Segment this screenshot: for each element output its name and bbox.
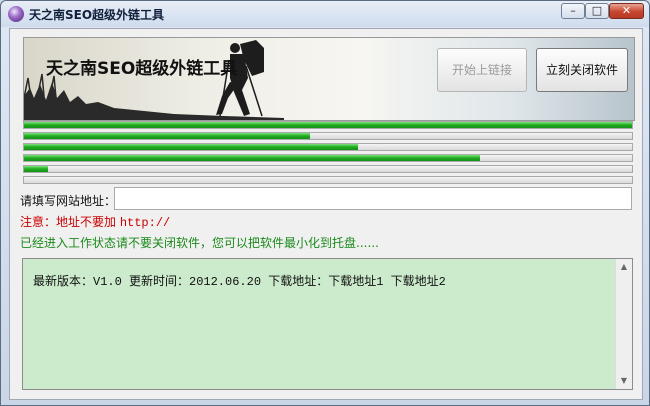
title-bar[interactable]: 天之南SEO超级外链工具 – □ ✕ bbox=[1, 1, 649, 27]
window-title: 天之南SEO超级外链工具 bbox=[29, 8, 165, 22]
progress-fill bbox=[24, 122, 632, 128]
banner-title: 天之南SEO超级外链工具 bbox=[46, 59, 238, 79]
website-url-input[interactable] bbox=[114, 187, 632, 210]
scroll-down-icon[interactable]: ▼ bbox=[616, 373, 632, 389]
progress-bar bbox=[23, 154, 633, 162]
header-banner: 天之南SEO超级外链工具 开始上链接 立刻关闭软件 bbox=[23, 37, 635, 121]
client-area: 天之南SEO超级外链工具 开始上链接 立刻关闭软件 请填写网站地址： 注意：地址… bbox=[9, 28, 643, 400]
close-button[interactable]: ✕ bbox=[609, 3, 644, 19]
progress-bar bbox=[23, 165, 633, 173]
progress-bar bbox=[23, 121, 633, 129]
progress-bar bbox=[23, 176, 633, 184]
notice-prefix: 注意：地址不要加 bbox=[20, 215, 120, 229]
log-text: 最新版本：V1.0 更新时间：2012.06.20 下载地址：下载地址1 下载地… bbox=[33, 275, 446, 289]
progress-bar bbox=[23, 132, 633, 140]
notice-code: http:// bbox=[119, 216, 171, 230]
log-textarea[interactable]: 最新版本：V1.0 更新时间：2012.06.20 下载地址：下载地址1 下载地… bbox=[22, 258, 633, 390]
progress-fill bbox=[24, 166, 49, 172]
close-app-button[interactable]: 立刻关闭软件 bbox=[536, 48, 628, 92]
status-text: 已经进入工作状态请不要关闭软件，您可以把软件最小化到托盘...... bbox=[20, 236, 379, 250]
minimize-button[interactable]: – bbox=[561, 3, 585, 19]
progress-fill bbox=[24, 133, 310, 139]
app-window: 天之南SEO超级外链工具 – □ ✕ 天之南SEO超级外链工具 开始上链接 立刻… bbox=[0, 0, 650, 406]
start-linking-button[interactable]: 开始上链接 bbox=[437, 48, 527, 92]
url-label: 请填写网站地址： bbox=[20, 194, 117, 208]
notice-text: 注意：地址不要加 http:// bbox=[20, 213, 170, 230]
maximize-button[interactable]: □ bbox=[585, 3, 609, 19]
log-scrollbar[interactable]: ▲ ▼ bbox=[615, 259, 632, 389]
progress-bars bbox=[23, 121, 633, 187]
scroll-up-icon[interactable]: ▲ bbox=[616, 259, 632, 275]
progress-fill bbox=[24, 144, 359, 150]
progress-bar bbox=[23, 143, 633, 151]
progress-fill bbox=[24, 155, 480, 161]
app-icon bbox=[8, 6, 24, 22]
